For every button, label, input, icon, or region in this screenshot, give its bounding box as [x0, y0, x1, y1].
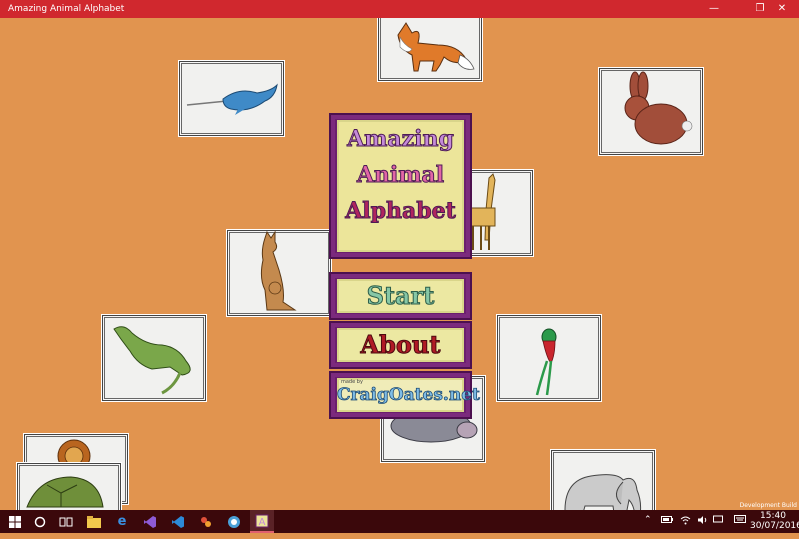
title-bar: Amazing Animal Alphabet — ❐ ✕ — [0, 0, 799, 18]
visual-studio-button[interactable] — [140, 512, 160, 531]
start-button[interactable]: Start — [329, 272, 472, 320]
language-indicator[interactable] — [734, 515, 746, 538]
kangaroo-card — [226, 229, 332, 317]
app-button[interactable] — [196, 512, 216, 531]
restore-icon: ❐ — [755, 3, 765, 14]
iguana-illustration — [113, 326, 191, 395]
app-logo: Amazing Animal Alphabet — [329, 113, 472, 259]
clock[interactable]: 15:40 30/07/2016 — [750, 511, 799, 534]
wifi-icon — [680, 516, 691, 525]
credit-link-label: CraigOates.net — [337, 385, 481, 406]
windows-start-button[interactable] — [5, 512, 25, 531]
file-explorer-button[interactable] — [84, 512, 104, 531]
vscode-icon — [172, 515, 184, 528]
file-explorer-icon — [87, 515, 101, 528]
network-app-icon — [228, 515, 240, 528]
logo-line-2: Animal — [356, 162, 445, 189]
fox-card — [377, 18, 483, 82]
windows-start-icon — [9, 515, 21, 528]
battery-icon — [661, 516, 673, 523]
visual-studio-icon — [144, 515, 156, 528]
iguana-card — [101, 314, 207, 402]
tortoise-illustration — [26, 476, 104, 508]
window-title: Amazing Animal Alphabet — [8, 4, 125, 14]
quetzal-illustration — [535, 328, 557, 396]
minimize-icon: — — [709, 3, 719, 14]
close-button[interactable]: ✕ — [765, 0, 799, 18]
narwhal-card — [178, 60, 285, 137]
minimize-button[interactable]: — — [697, 0, 731, 18]
about-button-label: About — [360, 330, 441, 360]
animal-alphabet-taskbar-button[interactable]: A — [250, 510, 274, 533]
svg-text:A: A — [259, 517, 266, 528]
taskbar: e A ⌃ 15:40 30/07/2016 — [0, 510, 799, 533]
task-view-button[interactable] — [56, 512, 76, 531]
language-icon — [734, 515, 746, 523]
network-app-button[interactable] — [224, 512, 244, 531]
app-icon — [201, 516, 211, 527]
edge-icon: e — [117, 514, 127, 529]
battery-indicator[interactable] — [661, 516, 673, 539]
close-icon: ✕ — [777, 3, 787, 14]
chevron-up-icon: ⌃ — [644, 515, 652, 525]
elephant-card — [550, 449, 656, 510]
speaker-icon — [698, 516, 707, 524]
show-hidden-icons-button[interactable]: ⌃ — [644, 515, 652, 538]
credit-link[interactable]: made by CraigOates.net — [329, 371, 481, 419]
wifi-indicator[interactable] — [680, 515, 691, 538]
vscode-button[interactable] — [168, 512, 188, 531]
tortoise-card — [16, 462, 122, 510]
narwhal-illustration — [186, 83, 278, 115]
keyboard-icon — [713, 515, 723, 523]
clock-date: 30/07/2016 — [750, 521, 799, 531]
about-button[interactable]: About — [329, 321, 472, 369]
dev-build-watermark: Development Build — [739, 502, 797, 509]
logo-line-1: Amazing — [347, 126, 455, 153]
rabbit-card — [598, 67, 704, 156]
keyboard-indicator[interactable] — [713, 515, 723, 538]
cortana-button[interactable] — [30, 512, 50, 531]
start-button-label: Start — [366, 281, 435, 311]
task-view-icon — [59, 517, 73, 526]
logo-line-3: Alphabet — [345, 198, 457, 225]
animal-stage: Amazing Animal Alphabet Start About made… — [0, 18, 799, 510]
volume-indicator[interactable] — [697, 515, 708, 538]
clock-time: 15:40 — [760, 511, 786, 521]
elephant-illustration — [564, 474, 642, 510]
cortana-icon — [34, 516, 46, 527]
animal-alphabet-app-icon: A — [255, 514, 269, 528]
fox-illustration — [397, 22, 475, 72]
kangaroo-illustration — [260, 230, 297, 311]
quetzal-card — [496, 314, 602, 402]
rabbit-illustration — [624, 71, 693, 145]
edge-button[interactable]: e — [112, 512, 132, 531]
